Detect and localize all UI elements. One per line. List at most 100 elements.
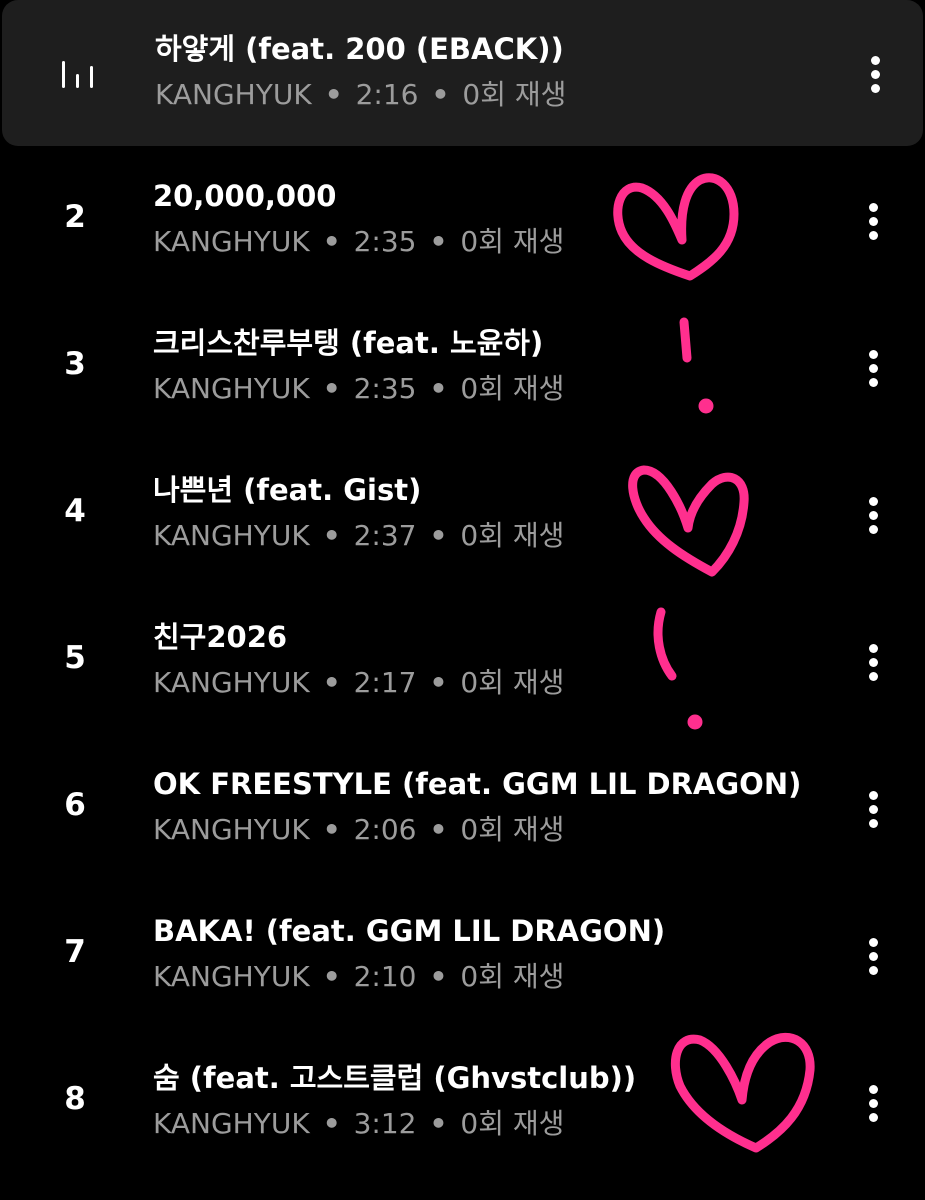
track-play-count: 0회 재생 <box>460 813 565 846</box>
more-options-button[interactable] <box>856 787 892 831</box>
track-meta: KANGHYUK • 2:16 • 0회 재생 <box>155 76 566 114</box>
track-play-count: 0회 재생 <box>460 519 565 552</box>
more-options-button[interactable] <box>856 493 892 537</box>
more-vertical-icon-dot <box>869 525 878 534</box>
meta-separator: • <box>429 960 448 993</box>
track-duration: 2:37 <box>353 519 417 552</box>
more-vertical-icon-dot <box>869 819 878 828</box>
meta-separator: • <box>431 78 450 111</box>
track-meta: KANGHYUK • 3:12 • 0회 재생 <box>153 1105 564 1143</box>
more-vertical-icon-dot <box>869 364 878 373</box>
track-artist: KANGHYUK <box>153 666 310 699</box>
track-artist: KANGHYUK <box>153 1107 310 1140</box>
more-options-button[interactable] <box>858 52 894 96</box>
more-vertical-icon-dot <box>869 658 878 667</box>
track-number: 6 <box>64 787 86 823</box>
meta-separator: • <box>322 372 341 405</box>
track-artist: KANGHYUK <box>153 372 310 405</box>
track-number: 5 <box>64 640 86 676</box>
more-options-button[interactable] <box>856 346 892 390</box>
equalizer-bars-icon <box>62 61 93 88</box>
more-vertical-icon <box>869 497 878 506</box>
track-duration: 2:17 <box>353 666 417 699</box>
track-meta: KANGHYUK • 2:37 • 0회 재생 <box>153 517 564 555</box>
more-vertical-icon-dot <box>869 378 878 387</box>
meta-separator: • <box>322 519 341 552</box>
meta-separator: • <box>322 960 341 993</box>
track-number: 3 <box>64 346 86 382</box>
track-duration: 2:10 <box>353 960 417 993</box>
track-row-3[interactable]: 3 크리스찬루부탱 (feat. 노윤하) KANGHYUK • 2:35 • 0회 재… <box>0 294 925 441</box>
track-title: BAKA! (feat. GGM LIL DRAGON) <box>153 914 666 948</box>
meta-separator: • <box>322 1107 341 1140</box>
track-row-6[interactable]: 6 OK FREESTYLE (feat. GGM LIL DRAGON) KA… <box>0 735 925 882</box>
track-meta: KANGHYUK • 2:10 • 0회 재생 <box>153 958 564 996</box>
meta-separator: • <box>429 666 448 699</box>
track-title: OK FREESTYLE (feat. GGM LIL DRAGON) <box>153 767 802 801</box>
more-options-button[interactable] <box>856 934 892 978</box>
more-vertical-icon-dot <box>869 966 878 975</box>
more-vertical-icon-dot <box>869 1113 878 1122</box>
track-row-1-now-playing[interactable]: 하얗게 (feat. 200 (EBACK)) KANGHYUK • 2:16 • 0회… <box>2 0 923 146</box>
track-title: 친구2026 <box>153 620 288 654</box>
track-duration: 2:35 <box>353 225 417 258</box>
more-vertical-icon <box>869 938 878 947</box>
meta-separator: • <box>429 372 448 405</box>
track-duration: 2:06 <box>353 813 417 846</box>
meta-separator: • <box>322 666 341 699</box>
more-options-button[interactable] <box>856 1081 892 1125</box>
more-vertical-icon-dot <box>869 805 878 814</box>
track-artist: KANGHYUK <box>153 813 310 846</box>
track-meta: KANGHYUK • 2:35 • 0회 재생 <box>153 223 564 261</box>
track-artist: KANGHYUK <box>155 78 312 111</box>
track-row-7[interactable]: 7 BAKA! (feat. GGM LIL DRAGON) KANGHYUK •… <box>0 882 925 1029</box>
track-artist: KANGHYUK <box>153 519 310 552</box>
track-play-count: 0회 재생 <box>460 225 565 258</box>
track-title: 숨 (feat. 고스트클럽 (Ghvstclub)) <box>153 1061 637 1095</box>
more-vertical-icon-dot <box>869 672 878 681</box>
track-row-4[interactable]: 4 나쁜년 (feat. Gist) KANGHYUK • 2:37 • 0회 재생 <box>0 441 925 588</box>
more-vertical-icon <box>869 1085 878 1094</box>
more-vertical-icon <box>869 350 878 359</box>
track-list: 하얗게 (feat. 200 (EBACK)) KANGHYUK • 2:16 • 0회… <box>0 0 925 1200</box>
more-vertical-icon-dot <box>871 84 880 93</box>
track-title: 나쁜년 (feat. Gist) <box>153 473 422 507</box>
more-vertical-icon <box>869 791 878 800</box>
track-meta: KANGHYUK • 2:17 • 0회 재생 <box>153 664 564 702</box>
meta-separator: • <box>322 813 341 846</box>
track-number: 2 <box>64 199 86 235</box>
track-meta: KANGHYUK • 2:06 • 0회 재생 <box>153 811 564 849</box>
meta-separator: • <box>322 225 341 258</box>
meta-separator: • <box>429 813 448 846</box>
track-duration: 2:35 <box>353 372 417 405</box>
track-title: 하얗게 (feat. 200 (EBACK)) <box>155 32 564 66</box>
more-vertical-icon-dot <box>869 1099 878 1108</box>
more-vertical-icon-dot <box>869 511 878 520</box>
more-options-button[interactable] <box>856 199 892 243</box>
meta-separator: • <box>429 225 448 258</box>
track-play-count: 0회 재생 <box>460 960 565 993</box>
track-play-count: 0회 재생 <box>460 666 565 699</box>
meta-separator: • <box>429 1107 448 1140</box>
more-vertical-icon-dot <box>869 231 878 240</box>
track-title: 20,000,000 <box>153 179 337 213</box>
track-artist: KANGHYUK <box>153 960 310 993</box>
track-play-count: 0회 재생 <box>460 1107 565 1140</box>
track-row-8[interactable]: 8 숨 (feat. 고스트클럽 (Ghvstclub)) KANGHYUK • 3… <box>0 1029 925 1176</box>
track-duration: 3:12 <box>353 1107 417 1140</box>
track-title: 크리스찬루부탱 (feat. 노윤하) <box>153 326 544 360</box>
more-vertical-icon <box>869 203 878 212</box>
meta-separator: • <box>429 519 448 552</box>
more-vertical-icon-dot <box>871 70 880 79</box>
track-number: 7 <box>64 934 86 970</box>
more-vertical-icon-dot <box>869 217 878 226</box>
track-row-2[interactable]: 2 20,000,000 KANGHYUK • 2:35 • 0회 재생 <box>0 147 925 294</box>
more-vertical-icon <box>871 56 880 65</box>
track-artist: KANGHYUK <box>153 225 310 258</box>
track-number: 4 <box>64 493 86 529</box>
track-row-5[interactable]: 5 친구2026 KANGHYUK • 2:17 • 0회 재생 <box>0 588 925 735</box>
track-number: 8 <box>64 1081 86 1117</box>
more-vertical-icon <box>869 644 878 653</box>
more-options-button[interactable] <box>856 640 892 684</box>
track-duration: 2:16 <box>355 78 419 111</box>
